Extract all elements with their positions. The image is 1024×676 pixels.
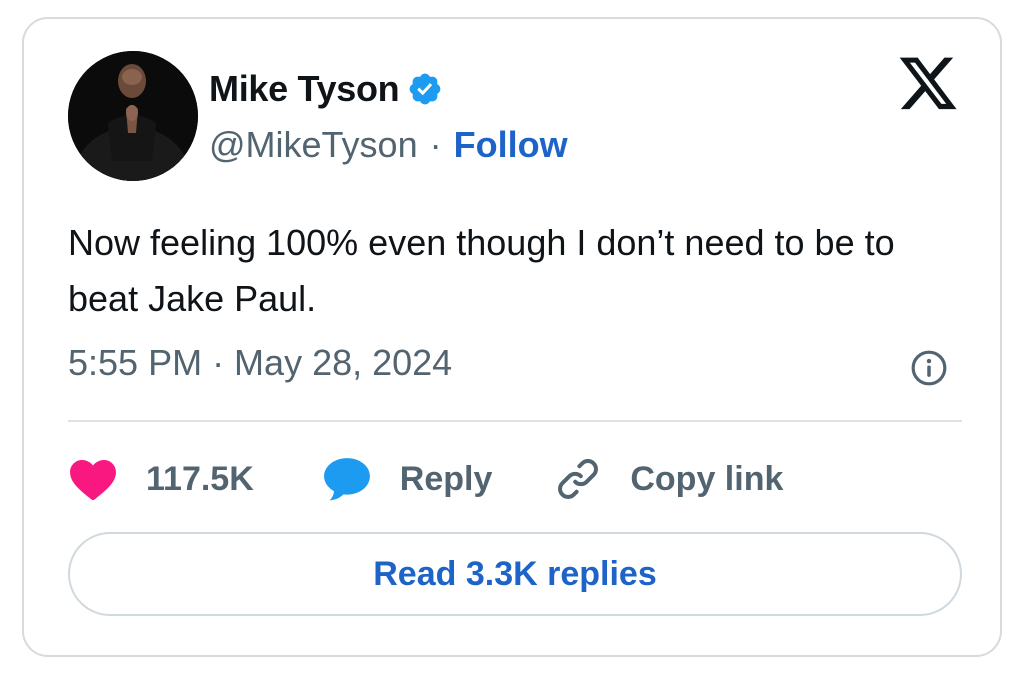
- verified-badge-icon: [407, 71, 443, 107]
- author-handle-row: @MikeTyson · Follow: [209, 123, 568, 167]
- x-logo-icon[interactable]: [896, 57, 960, 115]
- author-name[interactable]: Mike Tyson: [209, 68, 400, 110]
- tweet-timestamp[interactable]: 5:55 PM · May 28, 2024: [68, 342, 452, 384]
- copy-link-button[interactable]: Copy link: [554, 455, 783, 503]
- tweet-actions: 117.5K Reply Copy link: [68, 451, 783, 507]
- separator-dot: ·: [429, 124, 442, 165]
- info-icon[interactable]: [910, 349, 948, 387]
- speech-bubble-icon: [322, 455, 372, 503]
- divider: [68, 420, 962, 422]
- author-handle[interactable]: @MikeTyson: [209, 124, 418, 166]
- author-name-row: Mike Tyson: [209, 67, 443, 111]
- tweet-embed-card: Mike Tyson @MikeTyson · Follow Now feeli…: [22, 17, 1002, 657]
- copy-link-label: Copy link: [630, 459, 784, 498]
- reply-button[interactable]: Reply: [322, 455, 493, 503]
- like-button[interactable]: 117.5K: [68, 457, 254, 501]
- follow-button[interactable]: Follow: [454, 124, 568, 166]
- reply-label: Reply: [399, 459, 493, 498]
- like-count: 117.5K: [146, 459, 254, 498]
- read-replies-button[interactable]: Read 3.3K replies: [68, 532, 962, 616]
- avatar[interactable]: [68, 51, 198, 181]
- heart-icon: [68, 457, 118, 501]
- tweet-text: Now feeling 100% even though I don’t nee…: [68, 222, 895, 319]
- link-icon: [554, 455, 602, 503]
- avatar-image: [68, 51, 198, 181]
